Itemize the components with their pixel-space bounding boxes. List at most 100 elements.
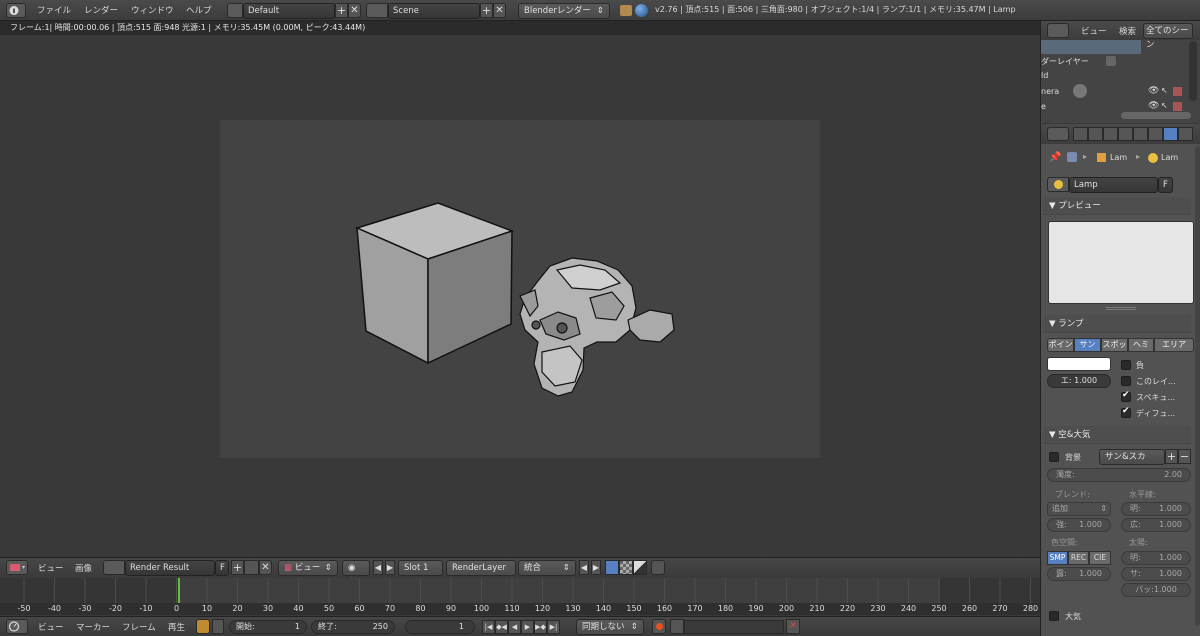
layout-browse-icon[interactable] <box>227 3 243 18</box>
lamp-type-area-tab[interactable]: エリア <box>1154 338 1194 352</box>
lamp-data-tab-icon[interactable] <box>1163 127 1178 141</box>
preview-range-icon[interactable] <box>196 619 210 634</box>
render-layer-select[interactable]: RenderLayer <box>446 560 516 576</box>
jump-end-icon[interactable]: ▶| <box>547 620 560 634</box>
lamp-type-hemi-tab[interactable]: ヘミ <box>1128 338 1154 352</box>
render-tab-icon[interactable] <box>1073 127 1088 141</box>
lamp-browse-icon[interactable] <box>1047 177 1069 192</box>
pivot-select[interactable]: ◉ ⇕ <box>342 560 370 587</box>
next-keyframe-icon[interactable]: ▶◆ <box>534 620 547 634</box>
lamp-type-spot-tab[interactable]: スポッ <box>1101 338 1128 352</box>
layout-add-icon[interactable]: + <box>335 3 348 18</box>
record-icon[interactable] <box>652 619 666 634</box>
world-tab-icon[interactable] <box>1118 127 1133 141</box>
scene-remove-icon[interactable]: ✕ <box>493 3 506 18</box>
visibility-eye-icon[interactable]: 👁 <box>1148 86 1159 96</box>
lamp-type-sun-tab[interactable]: サン <box>1074 338 1101 352</box>
scene-add-icon[interactable]: + <box>480 3 493 18</box>
specular-checkbox[interactable] <box>1121 390 1131 402</box>
keying-set-icon[interactable] <box>670 619 684 634</box>
outliner-row-lamp[interactable]: e <box>1041 102 1046 111</box>
editor-type-timeline-icon[interactable] <box>6 619 28 634</box>
colorspace-cie-tab[interactable]: CIE <box>1089 551 1111 565</box>
lamp-energy-field[interactable]: エ: 1.000 <box>1047 374 1111 388</box>
sun-brightness-field[interactable]: 明: 1.000 <box>1121 551 1191 565</box>
outliner-menu-search[interactable]: 検索 <box>1119 25 1136 37</box>
render-layers-tab-icon[interactable] <box>1088 127 1103 141</box>
constraints-tab-icon[interactable] <box>1148 127 1163 141</box>
sky-preset-select[interactable]: サン&スカ <box>1099 449 1165 465</box>
display-zbuffer-icon[interactable] <box>633 560 647 575</box>
sync-mode-select[interactable]: 同期しない ⇕ <box>576 619 644 635</box>
lamp-color-swatch[interactable] <box>1047 357 1111 371</box>
lamp-fake-user-button[interactable]: F <box>1158 177 1173 193</box>
scene-browse-icon[interactable] <box>366 3 388 18</box>
jump-start-icon[interactable]: |◀ <box>482 620 495 634</box>
end-frame-field[interactable]: 終了: 250 <box>311 620 395 634</box>
pin-icon[interactable]: 📌 <box>1049 152 1061 163</box>
editor-type-image-icon[interactable] <box>6 560 28 575</box>
image-open-folder-icon[interactable] <box>244 560 259 575</box>
editor-type-properties-icon[interactable] <box>1047 127 1069 141</box>
lamp-panel-header[interactable]: ▼ ランプ <box>1043 315 1191 333</box>
pass-prev-icon[interactable]: ◀ <box>579 560 589 575</box>
start-frame-field[interactable]: 開始: 1 <box>229 620 307 634</box>
layout-name-field[interactable]: Default <box>243 3 335 19</box>
sun-size-field[interactable]: サ: 1.000 <box>1121 567 1191 581</box>
colorspace-smpte-tab[interactable]: SMP <box>1047 551 1068 565</box>
colorspace-rec709-tab[interactable]: REC <box>1068 551 1089 565</box>
sky-atmosphere-panel-header[interactable]: ▼ 空&大気 <box>1043 426 1191 444</box>
timeline-menu-marker[interactable]: マーカー <box>76 621 110 633</box>
slot-prev-icon[interactable]: ◀ <box>373 560 383 575</box>
scene-tab-icon[interactable] <box>1103 127 1118 141</box>
timeline-menu-playback[interactable]: 再生 <box>168 621 185 633</box>
slot-select[interactable]: Slot 1 <box>398 560 443 576</box>
prev-keyframe-icon[interactable]: ◆◀ <box>495 620 508 634</box>
renderable-camera-icon-2[interactable] <box>1173 102 1182 111</box>
outliner-menu-view[interactable]: ビュー <box>1081 25 1107 37</box>
image-fake-user-button[interactable]: F <box>215 560 229 576</box>
editor-type-outliner-icon[interactable] <box>1047 23 1069 38</box>
menu-file[interactable]: ファイル <box>37 4 71 16</box>
lock-icon[interactable] <box>212 619 224 634</box>
outliner-row-world[interactable]: ld <box>1041 71 1048 80</box>
menu-view[interactable]: ビュー <box>38 562 64 574</box>
menu-window[interactable]: ウィンドウ <box>131 4 174 16</box>
image-name-field[interactable]: Render Result <box>125 560 215 576</box>
negative-checkbox[interactable] <box>1121 360 1131 370</box>
layout-remove-icon[interactable]: ✕ <box>348 3 361 18</box>
lamp-type-point-tab[interactable]: ポイン <box>1047 338 1074 352</box>
this-layer-checkbox[interactable] <box>1121 376 1131 386</box>
editor-type-info-icon[interactable] <box>6 3 26 18</box>
outliner-selected-row[interactable] <box>1041 40 1141 54</box>
preview-panel-header[interactable]: ▼ プレビュー <box>1043 197 1191 215</box>
texture-tab-icon[interactable] <box>1178 127 1193 141</box>
selectable-arrow-icon-2[interactable]: ↖ <box>1161 101 1168 110</box>
lamp-datablock-field[interactable]: Lamp <box>1069 177 1158 193</box>
diffuse-checkbox[interactable] <box>1121 406 1131 418</box>
render-pass-select[interactable]: 統合 ⇕ <box>518 560 576 576</box>
object-tab-icon[interactable] <box>1133 127 1148 141</box>
image-browse-icon[interactable] <box>103 560 125 575</box>
current-frame-field[interactable]: 1 <box>405 620 475 634</box>
atmosphere-checkbox[interactable] <box>1049 611 1059 621</box>
sky-preset-add-icon[interactable]: + <box>1165 449 1178 464</box>
exposure-field[interactable]: 露: 1.000 <box>1047 567 1111 581</box>
horizon-spread-field[interactable]: 広: 1.000 <box>1121 518 1191 532</box>
render-engine-select[interactable]: Blenderレンダー ⇕ <box>518 3 610 19</box>
image-new-icon[interactable]: + <box>231 560 244 575</box>
menu-help[interactable]: ヘルプ <box>186 4 212 16</box>
properties-scrollbar[interactable] <box>1195 146 1200 626</box>
menu-render[interactable]: レンダー <box>84 4 118 16</box>
outliner-scrollbar[interactable] <box>1189 41 1197 101</box>
sky-background-checkbox[interactable] <box>1049 452 1059 462</box>
play-reverse-icon[interactable]: ◀ <box>508 620 521 634</box>
outliner-row-render-layers[interactable]: ダーレイヤー <box>1041 56 1089 67</box>
renderable-camera-icon[interactable] <box>1173 87 1182 96</box>
selectable-arrow-icon[interactable]: ↖ <box>1161 86 1168 95</box>
keying-set-field[interactable] <box>684 620 784 634</box>
view-mode-select[interactable]: ▦ ビュー ⇕ <box>278 560 338 576</box>
sky-preset-remove-icon[interactable]: − <box>1178 449 1191 464</box>
preview-resize-handle[interactable] <box>1106 307 1136 310</box>
outliner-display-mode-select[interactable]: 全てのシーン <box>1143 23 1193 50</box>
